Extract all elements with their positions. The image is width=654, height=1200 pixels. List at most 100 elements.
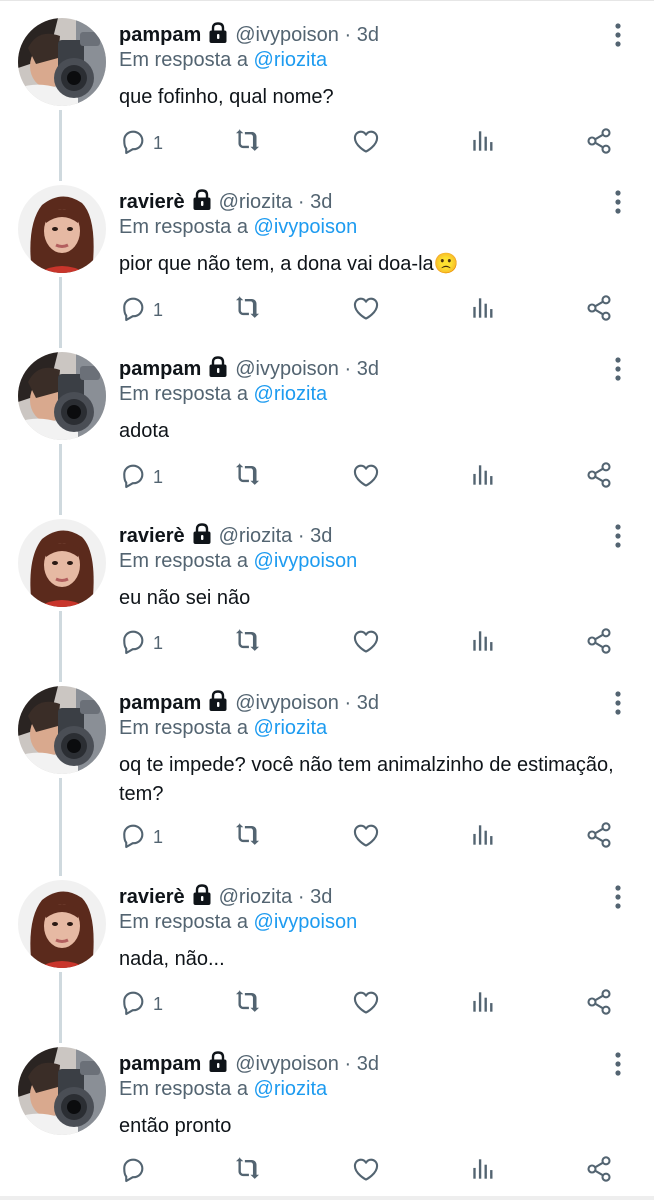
like-button[interactable] [352, 293, 380, 327]
more-vertical-icon[interactable] [606, 882, 630, 912]
like-button[interactable] [352, 820, 380, 854]
tweet[interactable]: ravierè @riozita · 3d Em resposta a @ivypo… [0, 519, 654, 666]
reply-context: Em resposta a @ivypoison [119, 549, 357, 573]
timestamp[interactable]: 3d [357, 24, 379, 46]
user-handle[interactable]: @ivypoison [235, 358, 339, 380]
tweet-header: pampam @ivypoison · 3d [119, 22, 379, 50]
reply-mention-link[interactable]: @ivypoison [254, 550, 358, 572]
retweet-button[interactable] [233, 126, 263, 160]
timestamp[interactable]: 3d [310, 886, 332, 908]
share-button[interactable] [585, 1154, 613, 1188]
retweet-button[interactable] [233, 1154, 263, 1188]
user-handle[interactable]: @riozita [219, 191, 293, 213]
like-button[interactable] [352, 460, 380, 494]
tweet[interactable]: pampam @ivypoison · 3d Em resposta a @rioz… [0, 18, 654, 166]
reply-button[interactable]: 1 [119, 626, 163, 660]
retweet-icon [233, 820, 263, 855]
tweet[interactable]: pampam @ivypoison · 3d Em resposta a @rioz… [0, 686, 654, 860]
display-name[interactable]: pampam [119, 358, 201, 380]
display-name[interactable]: ravierè [119, 191, 185, 213]
reply-count: 1 [153, 826, 164, 847]
reply-mention-link[interactable]: @ivypoison [254, 911, 358, 933]
tweet[interactable]: pampam @ivypoison · 3d Em resposta a @rioz… [0, 352, 654, 500]
views-button[interactable] [470, 626, 496, 660]
avatar[interactable] [18, 352, 106, 440]
avatar[interactable] [18, 18, 106, 106]
more-vertical-icon[interactable] [606, 20, 630, 50]
reply-context: Em resposta a @ivypoison [119, 215, 357, 239]
timestamp[interactable]: 3d [357, 358, 379, 380]
avatar[interactable] [18, 519, 106, 607]
share-button[interactable] [585, 987, 613, 1021]
like-button[interactable] [352, 987, 380, 1021]
like-button[interactable] [352, 626, 380, 660]
user-handle[interactable]: @ivypoison [235, 24, 339, 46]
reply-button[interactable]: 1 [119, 126, 163, 160]
separator-dot: · [297, 886, 305, 908]
retweet-button[interactable] [233, 293, 263, 327]
retweet-button[interactable] [233, 460, 263, 494]
timestamp[interactable]: 3d [310, 525, 332, 547]
reply-icon [119, 127, 147, 160]
views-button[interactable] [470, 987, 496, 1021]
share-icon [585, 1155, 613, 1188]
analytics-icon [470, 294, 496, 327]
avatar[interactable] [18, 880, 106, 968]
reply-button[interactable]: 1 [119, 820, 163, 854]
share-button[interactable] [585, 293, 613, 327]
more-vertical-icon[interactable] [606, 187, 630, 217]
display-name[interactable]: pampam [119, 1053, 201, 1075]
timestamp[interactable]: 3d [357, 1053, 379, 1075]
tweet[interactable]: ravierè @riozita · 3d Em resposta a @ivypo… [0, 185, 654, 333]
user-handle[interactable]: @ivypoison [235, 692, 339, 714]
display-name[interactable]: pampam [119, 24, 201, 46]
share-button[interactable] [585, 126, 613, 160]
display-name[interactable]: pampam [119, 692, 201, 714]
reply-button[interactable]: 1 [119, 460, 163, 494]
retweet-button[interactable] [233, 626, 263, 660]
retweet-button[interactable] [233, 820, 263, 854]
like-button[interactable] [352, 1154, 380, 1188]
timestamp[interactable]: 3d [310, 191, 332, 213]
more-vertical-icon[interactable] [606, 1049, 630, 1079]
tweet[interactable]: pampam @ivypoison · 3d Em resposta a @rioz… [0, 1047, 654, 1194]
user-handle[interactable]: @riozita [219, 525, 293, 547]
reply-mention-link[interactable]: @riozita [254, 1078, 328, 1100]
user-handle[interactable]: @riozita [219, 886, 293, 908]
share-button[interactable] [585, 460, 613, 494]
reply-prefix: Em resposta a [119, 717, 248, 739]
reply-button[interactable] [119, 1154, 153, 1188]
reply-mention-link[interactable]: @riozita [254, 383, 328, 405]
display-name[interactable]: ravierè [119, 525, 185, 547]
reply-count: 1 [153, 299, 164, 320]
more-vertical-icon[interactable] [606, 354, 630, 384]
share-button[interactable] [585, 626, 613, 660]
views-button[interactable] [470, 1154, 496, 1188]
share-icon [585, 821, 613, 854]
avatar[interactable] [18, 1047, 106, 1135]
reply-mention-link[interactable]: @ivypoison [254, 216, 358, 238]
retweet-button[interactable] [233, 987, 263, 1021]
views-button[interactable] [470, 293, 496, 327]
tweet-actions: 1 [119, 460, 639, 494]
views-button[interactable] [470, 460, 496, 494]
more-vertical-icon[interactable] [606, 521, 630, 551]
tweet-text: adota [119, 420, 170, 442]
display-name[interactable]: ravierè [119, 886, 185, 908]
reply-mention-link[interactable]: @riozita [254, 49, 328, 71]
like-button[interactable] [352, 126, 380, 160]
avatar[interactable] [18, 185, 106, 273]
reply-button[interactable]: 1 [119, 987, 163, 1021]
reply-mention-link[interactable]: @riozita [254, 717, 328, 739]
reply-button[interactable]: 1 [119, 293, 163, 327]
user-handle[interactable]: @ivypoison [235, 1053, 339, 1075]
avatar[interactable] [18, 686, 106, 774]
more-vertical-icon[interactable] [606, 688, 630, 718]
views-button[interactable] [470, 820, 496, 854]
tweet[interactable]: ravierè @riozita · 3d Em resposta a @ivypo… [0, 880, 654, 1027]
share-button[interactable] [585, 820, 613, 854]
views-button[interactable] [470, 126, 496, 160]
lock-icon [191, 189, 213, 217]
reply-prefix: Em resposta a [119, 216, 248, 238]
timestamp[interactable]: 3d [357, 692, 379, 714]
